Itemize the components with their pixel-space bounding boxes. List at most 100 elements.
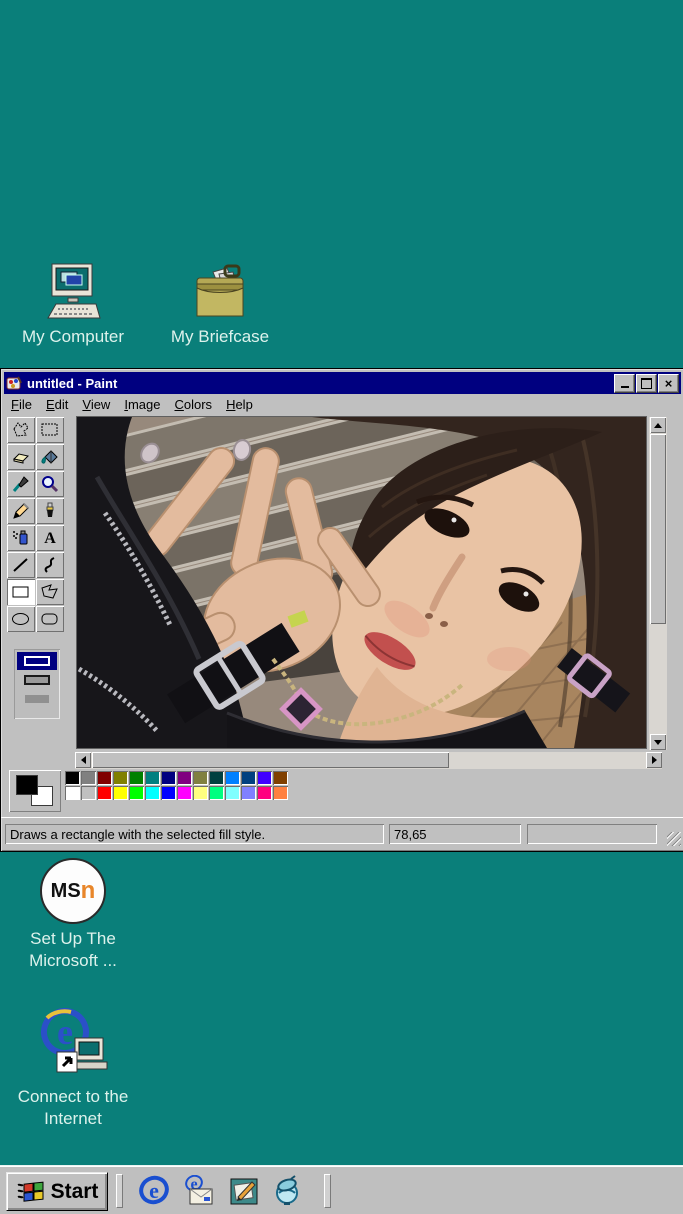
- fill-tool[interactable]: [36, 444, 64, 470]
- free-select-icon: [10, 420, 32, 440]
- airbrush-icon: [10, 528, 32, 548]
- polygon-icon: [39, 582, 61, 602]
- brush-tool[interactable]: [36, 498, 64, 524]
- desktop-icon-label: Internet: [44, 1108, 102, 1130]
- pencil-tool[interactable]: [7, 498, 35, 524]
- color-swatch[interactable]: [209, 786, 224, 800]
- desktop-icon-msn-setup[interactable]: MSn Set Up The Microsoft ...: [10, 858, 136, 972]
- windows-logo-icon: [16, 1179, 46, 1205]
- maximize-button[interactable]: [636, 374, 657, 393]
- desktop-icon-label: Microsoft ...: [29, 950, 117, 972]
- vertical-scroll-thumb[interactable]: [650, 434, 666, 624]
- quick-launch-internet-explorer[interactable]: e: [136, 1174, 172, 1208]
- desktop-icon-connect-internet[interactable]: e Connect to the Internet: [2, 1008, 144, 1130]
- select-tool[interactable]: [36, 417, 64, 443]
- magnifier-tool[interactable]: [36, 471, 64, 497]
- color-swatch[interactable]: [177, 786, 192, 800]
- arrow-left-icon: [81, 756, 86, 764]
- desktop-icon-label: My Briefcase: [171, 326, 269, 348]
- close-button[interactable]: ×: [658, 374, 679, 393]
- menu-colors[interactable]: Colors: [167, 396, 219, 413]
- rounded-rectangle-tool[interactable]: [36, 606, 64, 632]
- menu-edit[interactable]: Edit: [39, 396, 75, 413]
- color-swatch[interactable]: [97, 771, 112, 785]
- brush-icon: [39, 501, 61, 521]
- fill-style-outline-filled[interactable]: [17, 671, 57, 689]
- line-icon: [10, 555, 32, 575]
- quick-launch-show-desktop[interactable]: [226, 1174, 262, 1208]
- curve-tool[interactable]: [36, 552, 64, 578]
- start-button-label: Start: [51, 1180, 99, 1204]
- eraser-icon: [10, 447, 32, 467]
- scroll-down-button[interactable]: [650, 734, 666, 750]
- menu-help[interactable]: Help: [219, 396, 260, 413]
- color-swatch[interactable]: [177, 771, 192, 785]
- canvas-region: [73, 415, 682, 765]
- ellipse-tool[interactable]: [7, 606, 35, 632]
- desktop-icon-my-computer[interactable]: My Computer: [10, 262, 136, 348]
- color-swatch[interactable]: [129, 786, 144, 800]
- color-swatch[interactable]: [113, 786, 128, 800]
- color-swatch[interactable]: [161, 771, 176, 785]
- color-swatch[interactable]: [193, 786, 208, 800]
- line-tool[interactable]: [7, 552, 35, 578]
- color-swatch[interactable]: [225, 786, 240, 800]
- color-swatch[interactable]: [225, 771, 240, 785]
- desktop-icon-label: Set Up The: [30, 928, 116, 950]
- polygon-tool[interactable]: [36, 579, 64, 605]
- color-swatch[interactable]: [81, 786, 96, 800]
- eraser-tool[interactable]: [7, 444, 35, 470]
- start-button[interactable]: Start: [6, 1172, 108, 1211]
- desktop-icon-label: My Computer: [22, 326, 124, 348]
- color-swatch[interactable]: [273, 771, 288, 785]
- scroll-up-button[interactable]: [650, 417, 666, 433]
- paint-titlebar[interactable]: untitled - Paint ×: [4, 372, 681, 394]
- text-tool[interactable]: A: [36, 525, 64, 551]
- fill-only-icon: [22, 693, 52, 705]
- arrow-down-icon: [654, 740, 662, 745]
- quick-launch-outlook-express[interactable]: e: [182, 1174, 218, 1208]
- color-swatch[interactable]: [273, 786, 288, 800]
- vertical-scrollbar[interactable]: [649, 417, 667, 750]
- color-swatch[interactable]: [129, 771, 144, 785]
- color-swatch[interactable]: [193, 771, 208, 785]
- current-colors[interactable]: [9, 770, 61, 812]
- free-select-tool[interactable]: [7, 417, 35, 443]
- fill-style-outline[interactable]: [17, 652, 57, 670]
- resize-grip-icon[interactable]: [667, 832, 681, 846]
- svg-text:A: A: [44, 530, 56, 547]
- color-swatch[interactable]: [97, 786, 112, 800]
- status-bar: Draws a rectangle with the selected fill…: [1, 817, 683, 849]
- color-swatch[interactable]: [81, 771, 96, 785]
- color-swatch[interactable]: [113, 771, 128, 785]
- foreground-color-box: [16, 775, 38, 795]
- menu-image[interactable]: Image: [117, 396, 167, 413]
- eyedropper-icon: [10, 474, 32, 494]
- color-swatch[interactable]: [65, 771, 80, 785]
- svg-text:e: e: [57, 1012, 73, 1052]
- menu-file[interactable]: File: [4, 396, 39, 413]
- menu-view[interactable]: View: [75, 396, 117, 413]
- color-swatch[interactable]: [161, 786, 176, 800]
- airbrush-tool[interactable]: [7, 525, 35, 551]
- minimize-button[interactable]: [614, 374, 635, 393]
- quick-launch-view-channels[interactable]: [269, 1174, 305, 1208]
- arrow-up-icon: [654, 423, 662, 428]
- rectangle-tool[interactable]: [7, 579, 35, 605]
- color-swatch[interactable]: [145, 786, 160, 800]
- color-swatch[interactable]: [241, 771, 256, 785]
- pick-color-tool[interactable]: [7, 471, 35, 497]
- status-message: Draws a rectangle with the selected fill…: [10, 827, 265, 842]
- color-swatch[interactable]: [65, 786, 80, 800]
- show-desktop-icon: [228, 1175, 260, 1207]
- close-icon: ×: [665, 377, 673, 390]
- fill-style-solid[interactable]: [17, 690, 57, 708]
- color-swatch[interactable]: [241, 786, 256, 800]
- minimize-icon: [621, 386, 629, 388]
- desktop-icon-my-briefcase[interactable]: My Briefcase: [157, 264, 283, 348]
- color-swatch[interactable]: [145, 771, 160, 785]
- paint-canvas[interactable]: [77, 417, 646, 748]
- color-swatch[interactable]: [257, 786, 272, 800]
- color-swatch[interactable]: [257, 771, 272, 785]
- color-swatch[interactable]: [209, 771, 224, 785]
